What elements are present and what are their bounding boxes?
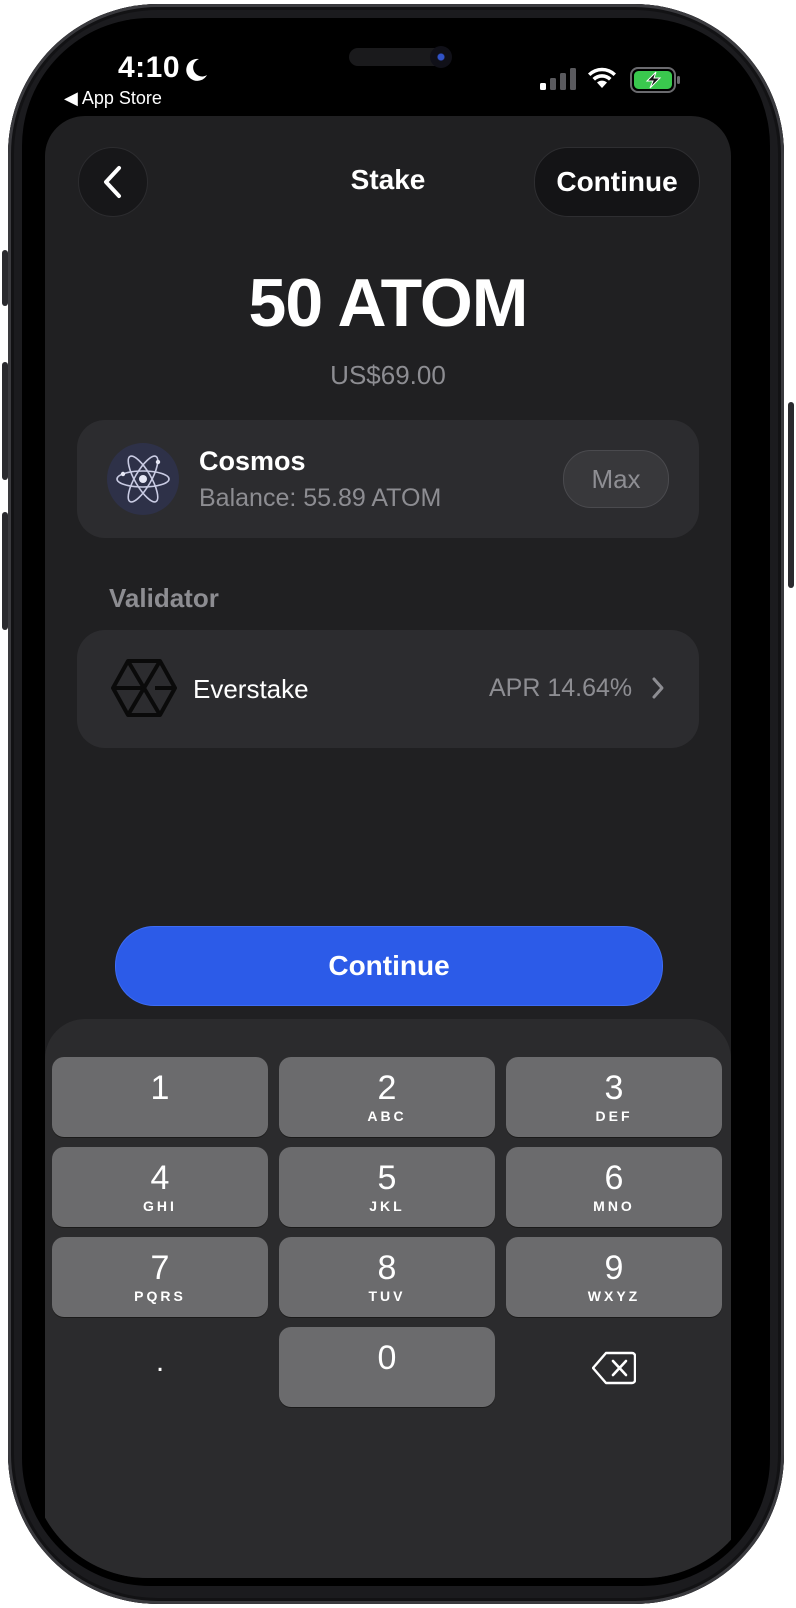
screen: 4:10 ◀ App Store Stake Continue 50 ATOM …: [30, 26, 762, 1578]
key-digit: 6: [604, 1159, 624, 1197]
key-letters: PQRS: [134, 1288, 186, 1304]
validator-row[interactable]: Everstake APR 14.64%: [77, 630, 699, 748]
continue-button[interactable]: Continue: [115, 926, 663, 1006]
key-digit: 5: [377, 1159, 397, 1197]
everstake-logo-icon: [111, 659, 177, 717]
key-8[interactable]: 8 TUV: [279, 1237, 495, 1317]
key-letters: ABC: [367, 1108, 407, 1124]
key-digit: 4: [150, 1159, 170, 1197]
key-letters: DEF: [595, 1108, 633, 1124]
header-continue-button[interactable]: Continue: [534, 147, 700, 217]
key-digit: 7: [150, 1249, 170, 1287]
key-letters: JKL: [369, 1198, 405, 1214]
chevron-right-icon: [652, 677, 664, 699]
key-5[interactable]: 5 JKL: [279, 1147, 495, 1227]
asset-card: Cosmos Balance: 55.89 ATOM Max: [77, 420, 699, 538]
key-digit: 0: [377, 1339, 397, 1377]
volume-up-button: [2, 362, 8, 480]
fiat-amount: US$69.00: [330, 360, 446, 390]
status-time: 4:10: [118, 51, 181, 84]
decimal-point: .: [155, 1345, 165, 1378]
key-3[interactable]: 3 DEF: [506, 1057, 722, 1137]
moon-icon: [186, 58, 207, 81]
key-letters: GHI: [143, 1198, 177, 1214]
battery-charging-icon: [630, 67, 680, 93]
key-letters: MNO: [593, 1198, 635, 1214]
key-decimal[interactable]: .: [52, 1327, 268, 1407]
key-digit: 9: [604, 1249, 624, 1287]
cellular-signal-icon: [540, 68, 576, 90]
key-1[interactable]: 1: [52, 1057, 268, 1137]
cosmos-logo-icon: [107, 443, 179, 515]
back-to-app-link[interactable]: ◀ App Store: [64, 88, 162, 109]
asset-name: Cosmos: [199, 446, 306, 476]
stake-amount[interactable]: 50 ATOM: [45, 264, 731, 342]
key-letters: TUV: [368, 1288, 406, 1304]
asset-balance: Balance: 55.89 ATOM: [199, 484, 442, 512]
camera: [430, 46, 452, 68]
key-4[interactable]: 4 GHI: [52, 1147, 268, 1227]
key-digit: 3: [604, 1069, 624, 1107]
key-9[interactable]: 9 WXYZ: [506, 1237, 722, 1317]
validator-apr: APR 14.64%: [489, 674, 633, 702]
key-delete[interactable]: [506, 1327, 722, 1407]
numeric-keypad: 1 2 ABC 3 DEF 4 GHI 5 JKL 6 MNO 7 PQRS 8…: [45, 1019, 731, 1578]
key-2[interactable]: 2 ABC: [279, 1057, 495, 1137]
volume-down-button: [2, 512, 8, 630]
power-button: [788, 402, 794, 588]
key-0[interactable]: 0: [279, 1327, 495, 1407]
wifi-icon: [588, 67, 616, 88]
key-letters: WXYZ: [587, 1288, 641, 1304]
key-7[interactable]: 7 PQRS: [52, 1237, 268, 1317]
key-digit: 2: [377, 1069, 397, 1107]
key-digit: 1: [150, 1069, 170, 1107]
key-6[interactable]: 6 MNO: [506, 1147, 722, 1227]
key-digit: 8: [377, 1249, 397, 1287]
validator-name: Everstake: [193, 674, 309, 704]
backspace-icon: [591, 1351, 637, 1385]
validator-section-label: Validator: [109, 583, 219, 613]
side-button: [2, 250, 8, 306]
max-button[interactable]: Max: [563, 450, 669, 508]
stake-sheet: Stake Continue 50 ATOM US$69.00 Cosmos B…: [45, 116, 731, 1578]
